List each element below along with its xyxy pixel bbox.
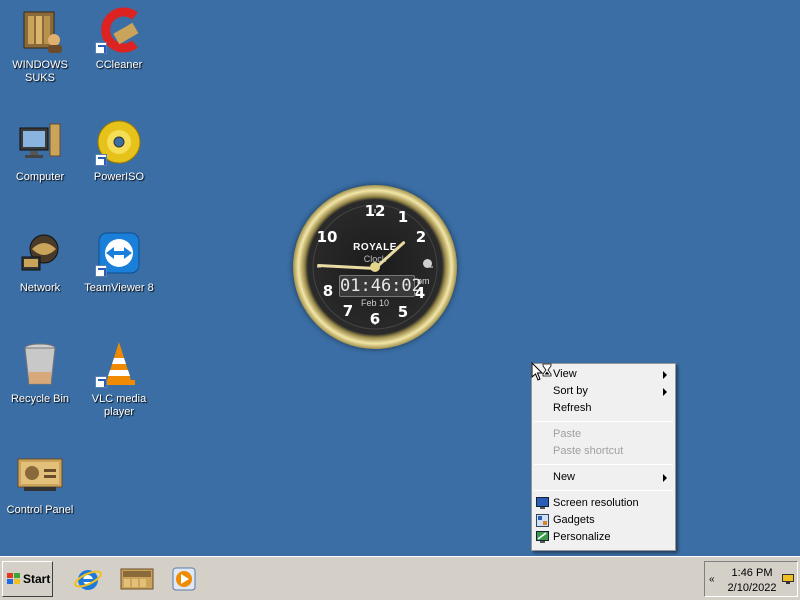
menu-item-label: Paste bbox=[553, 428, 582, 440]
submenu-arrow-icon bbox=[663, 371, 667, 379]
personalize-icon bbox=[536, 531, 549, 543]
desktop-icon-label: WINDOWS SUKS bbox=[12, 59, 68, 84]
network-globe-icon bbox=[16, 229, 64, 277]
desktop-icon-vlc[interactable]: VLC media player bbox=[80, 340, 158, 419]
menu-item-label: Refresh bbox=[553, 402, 592, 414]
menu-item-label: Gadgets bbox=[553, 514, 595, 526]
monitor-icon bbox=[536, 497, 549, 509]
control-panel-icon bbox=[16, 451, 64, 499]
desktop-context-menu: View Sort by Refresh Paste Paste shortcu… bbox=[531, 363, 676, 551]
system-tray: « 1:46 PM 2/10/2022 bbox=[704, 561, 798, 597]
shortcut-arrow-icon bbox=[95, 154, 107, 166]
tray-date[interactable]: 2/10/2022 bbox=[721, 582, 783, 594]
menu-item-sort-by[interactable]: Sort by bbox=[532, 383, 675, 400]
clock-ampm: pm bbox=[417, 276, 430, 286]
windows-flag-icon bbox=[7, 573, 20, 584]
start-label: Start bbox=[23, 572, 51, 586]
user-folder-icon bbox=[16, 6, 64, 54]
desktop-icon-label: CCleaner bbox=[95, 59, 143, 71]
clock-numeral: 8 bbox=[322, 282, 334, 300]
desktop-icon-label: Network bbox=[19, 282, 61, 294]
poweriso-disc-icon bbox=[95, 118, 143, 166]
shortcut-arrow-icon bbox=[95, 265, 107, 277]
menu-item-label: Sort by bbox=[553, 385, 588, 397]
desktop-icon-label: TeamViewer 8 bbox=[84, 282, 154, 294]
menu-separator bbox=[534, 421, 673, 422]
menu-item-paste: Paste bbox=[532, 426, 675, 443]
submenu-arrow-icon bbox=[663, 388, 667, 396]
desktop-icon-network[interactable]: Network bbox=[1, 229, 79, 295]
desktop-icon-recycle-bin[interactable]: Recycle Bin bbox=[1, 340, 79, 406]
menu-item-label: Paste shortcut bbox=[553, 445, 624, 457]
clock-hub-icon bbox=[370, 262, 380, 272]
menu-item-new[interactable]: New bbox=[532, 469, 675, 486]
clock-numeral: 10 bbox=[316, 228, 338, 246]
clock-numeral: 2 bbox=[415, 228, 427, 246]
menu-item-view[interactable]: View bbox=[532, 366, 675, 383]
teamviewer-icon bbox=[95, 229, 143, 277]
desktop-icon-label: VLC media player bbox=[91, 393, 147, 418]
show-hidden-icons-button[interactable]: « bbox=[709, 574, 715, 585]
menu-separator bbox=[534, 464, 673, 465]
desktop[interactable]: WINDOWS SUKS Computer Network Recycle Bi… bbox=[0, 0, 800, 556]
computer-icon bbox=[16, 118, 64, 166]
desktop-icon-ccleaner[interactable]: CCleaner bbox=[80, 6, 158, 72]
desktop-icon-computer[interactable]: Computer bbox=[1, 118, 79, 184]
recycle-bin-icon bbox=[16, 340, 64, 388]
tray-time[interactable]: 1:46 PM bbox=[725, 567, 779, 579]
menu-item-label: New bbox=[553, 471, 576, 483]
clock-numeral: 7 bbox=[342, 302, 354, 320]
clock-numeral: 1 bbox=[397, 208, 409, 226]
desktop-icon-poweriso[interactable]: PowerISO bbox=[80, 118, 158, 184]
menu-item-gadgets[interactable]: Gadgets bbox=[532, 512, 675, 529]
desktop-icon-control-panel[interactable]: Control Panel bbox=[1, 451, 79, 517]
clock-numeral: 12 bbox=[364, 202, 386, 220]
mouse-cursor-busy-icon bbox=[531, 362, 552, 381]
menu-item-refresh[interactable]: Refresh bbox=[532, 400, 675, 417]
clock-date: Feb 10 bbox=[360, 298, 390, 308]
start-button[interactable]: Start bbox=[2, 561, 53, 597]
control-panel-icon[interactable] bbox=[120, 565, 154, 593]
media-player-icon[interactable] bbox=[170, 565, 198, 593]
clock-subdial-icon bbox=[423, 259, 432, 268]
vlc-cone-icon bbox=[95, 340, 143, 388]
taskbar: Start « 1:46 PM 2/10/2022 bbox=[0, 556, 800, 600]
menu-item-label: Personalize bbox=[553, 531, 611, 543]
clock-gadget[interactable]: 12 1 2 4 5 6 7 8 10 ROYALE Clock 01:46:0… bbox=[293, 185, 457, 349]
desktop-icon-label: Control Panel bbox=[6, 504, 74, 516]
menu-item-personalize[interactable]: Personalize bbox=[532, 529, 675, 546]
menu-item-paste-shortcut: Paste shortcut bbox=[532, 443, 675, 460]
shortcut-arrow-icon bbox=[95, 376, 107, 388]
desktop-icon-windows-suks[interactable]: WINDOWS SUKS bbox=[1, 6, 79, 85]
shortcut-arrow-icon bbox=[95, 42, 107, 54]
ccleaner-icon bbox=[95, 6, 143, 54]
menu-item-screen-resolution[interactable]: Screen resolution bbox=[532, 495, 675, 512]
desktop-icon-teamviewer[interactable]: TeamViewer 8 bbox=[80, 229, 158, 295]
clock-digital-time: 01:46:02 bbox=[339, 275, 422, 297]
desktop-icon-label: Recycle Bin bbox=[10, 393, 70, 405]
menu-item-label: Screen resolution bbox=[553, 497, 639, 509]
gadgets-icon bbox=[536, 514, 549, 527]
clock-numeral: 5 bbox=[397, 303, 409, 321]
internet-explorer-icon[interactable] bbox=[74, 565, 102, 593]
desktop-icon-label: PowerISO bbox=[93, 171, 145, 183]
menu-item-label: View bbox=[553, 368, 577, 380]
desktop-icon-label: Computer bbox=[15, 171, 65, 183]
menu-separator bbox=[534, 490, 673, 491]
clock-numeral: 6 bbox=[369, 310, 381, 328]
network-status-icon[interactable] bbox=[782, 574, 794, 585]
submenu-arrow-icon bbox=[663, 474, 667, 482]
